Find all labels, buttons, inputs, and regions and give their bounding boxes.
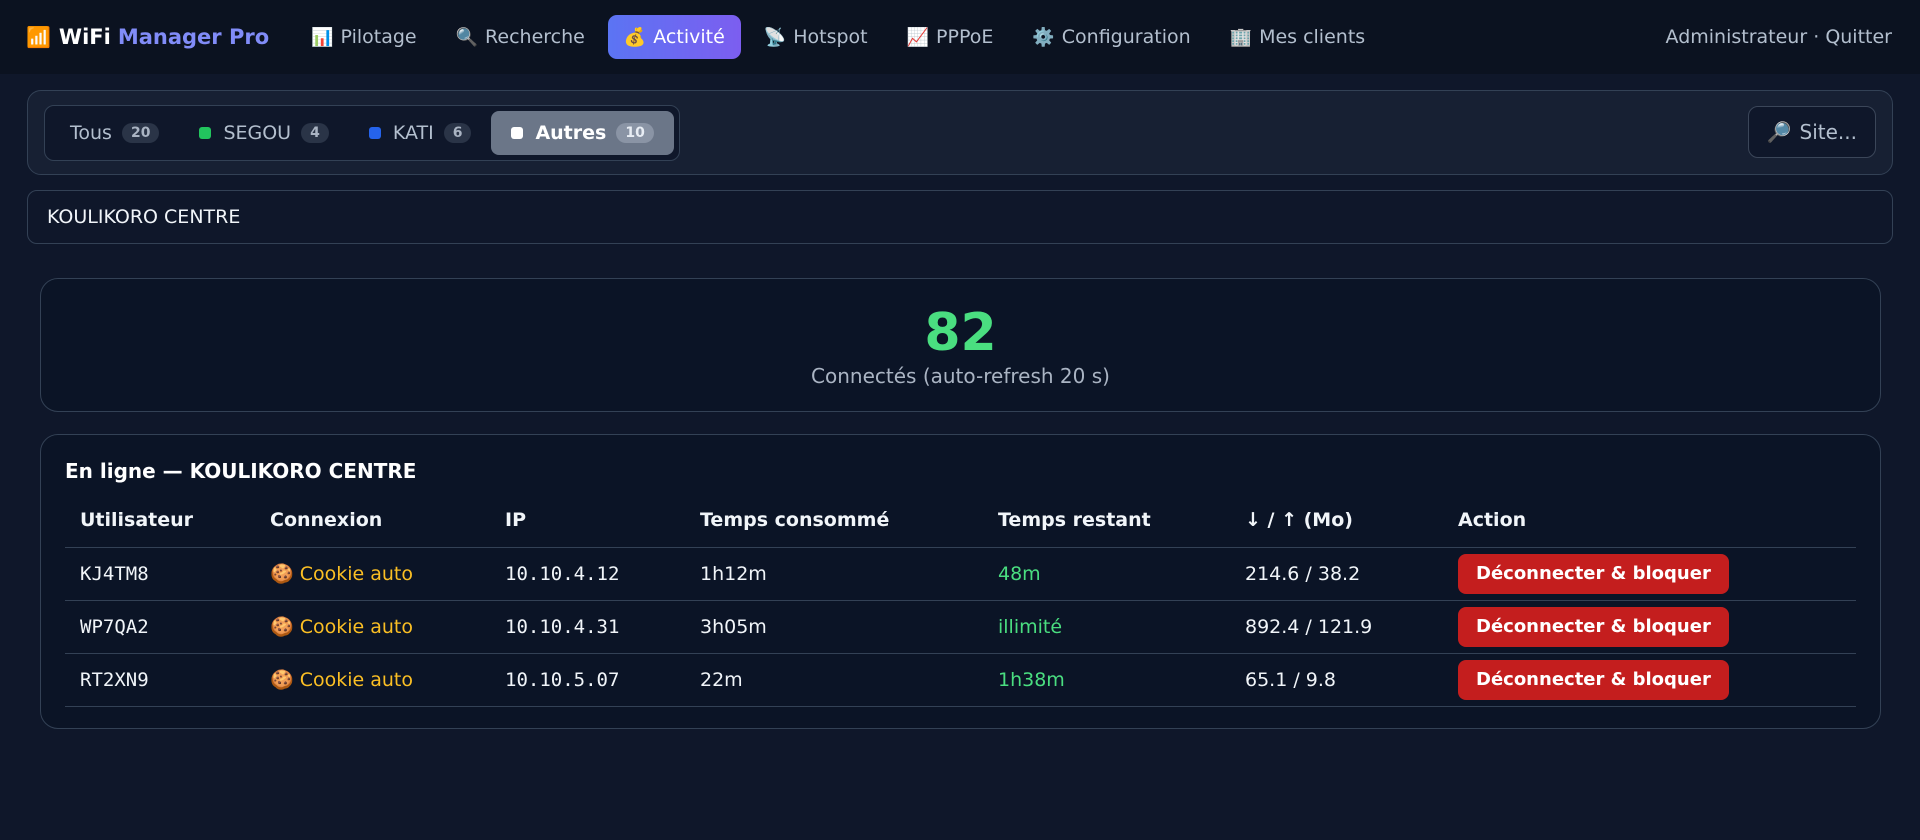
nav-item-mes-clients[interactable]: 🏢 Mes clients <box>1214 15 1382 59</box>
filter-tab-label: Autres <box>535 122 607 144</box>
connected-stat-card: 82 Connectés (auto-refresh 20 s) <box>40 278 1881 412</box>
nav-item-label: Pilotage <box>340 26 417 48</box>
action-cell: Déconnecter & bloquer <box>1443 653 1856 707</box>
selected-site-field: KOULIKORO CENTRE <box>27 190 1893 244</box>
nav-item-label: Mes clients <box>1259 26 1366 48</box>
column-header: Action <box>1443 493 1856 548</box>
time-remaining: 48m <box>983 547 1230 601</box>
top-navbar: 📶 WiFi Manager Pro 📊 Pilotage 🔍 Recherch… <box>0 0 1920 74</box>
brand-name: WiFi <box>58 25 111 49</box>
connection-type: 🍪 Cookie auto <box>255 547 490 601</box>
time-remaining: illimité <box>983 600 1230 654</box>
traffic-volume: 65.1 / 9.8 <box>1230 653 1443 707</box>
connected-label: Connectés (auto-refresh 20 s) <box>811 364 1110 388</box>
filter-tab-label: Tous <box>70 122 112 144</box>
filter-tab-count: 4 <box>301 123 329 143</box>
table-header-row: Utilisateur Connexion IP Temps consommé … <box>65 493 1856 548</box>
filter-tab-count: 6 <box>443 123 472 143</box>
user-code: WP7QA2 <box>65 600 255 654</box>
filter-tab-kati[interactable]: KATI 6 <box>349 111 492 155</box>
user-menu-separator: · <box>1813 26 1820 48</box>
filter-tab-label: KATI <box>392 122 434 144</box>
table-row: KJ4TM8 🍪 Cookie auto 10.10.4.12 1h12m 48… <box>65 547 1856 601</box>
satellite-antenna-icon: 📡 <box>763 26 787 48</box>
site-filter-panel: Tous 20 SEGOU 4 KATI 6 Autres 10 🔎 Site.… <box>27 90 1893 175</box>
column-header: ↓ / ↑ (Mo) <box>1230 493 1443 548</box>
user-code: RT2XN9 <box>65 653 255 707</box>
main-nav: 📊 Pilotage 🔍 Recherche 💰 Activité 📡 Hots… <box>295 15 1388 59</box>
connected-count: 82 <box>924 303 997 363</box>
office-building-icon: 🏢 <box>1229 26 1253 48</box>
site-select-label: Site... <box>1799 120 1857 144</box>
brand-logo[interactable]: 📶 WiFi Manager Pro <box>26 25 269 49</box>
wifi-signal-icon: 📶 <box>26 25 51 49</box>
filter-tab-count: 20 <box>121 123 160 143</box>
nav-item-label: PPPoE <box>936 26 994 48</box>
traffic-volume: 892.4 / 121.9 <box>1230 600 1443 654</box>
user-code: KJ4TM8 <box>65 547 255 601</box>
gear-icon: ⚙️ <box>1032 26 1055 48</box>
filter-tab-count: 10 <box>616 123 654 143</box>
online-users-table: Utilisateur Connexion IP Temps consommé … <box>65 493 1856 707</box>
column-header: Utilisateur <box>65 493 255 548</box>
trend-chart-icon: 📈 <box>906 26 930 48</box>
filter-tab-label: SEGOU <box>223 122 292 144</box>
column-header: Temps consommé <box>685 493 983 548</box>
traffic-volume: 214.6 / 38.2 <box>1230 547 1443 601</box>
nav-item-label: Configuration <box>1061 26 1191 48</box>
online-users-title: En ligne — KOULIKORO CENTRE <box>65 459 417 483</box>
table-row: RT2XN9 🍪 Cookie auto 10.10.5.07 22m 1h38… <box>65 653 1856 707</box>
nav-item-label: Recherche <box>485 26 585 48</box>
site-filter-tabs: Tous 20 SEGOU 4 KATI 6 Autres 10 <box>44 105 680 161</box>
action-cell: Déconnecter & bloquer <box>1443 600 1856 654</box>
time-remaining: 1h38m <box>983 653 1230 707</box>
disconnect-block-button[interactable]: Déconnecter & bloquer <box>1458 606 1729 647</box>
filter-tab-autres[interactable]: Autres 10 <box>491 111 674 155</box>
table-row: WP7QA2 🍪 Cookie auto 10.10.4.31 3h05m il… <box>65 600 1856 654</box>
column-header: IP <box>490 493 685 548</box>
money-bag-icon: 💰 <box>623 26 647 48</box>
green-dot-icon <box>199 127 212 139</box>
action-cell: Déconnecter & bloquer <box>1443 547 1856 601</box>
nav-item-pppoe[interactable]: 📈 PPPoE <box>891 15 1010 59</box>
connection-type: 🍪 Cookie auto <box>255 653 490 707</box>
user-menu: Administrateur · Quitter <box>1666 26 1892 48</box>
connection-type: 🍪 Cookie auto <box>255 600 490 654</box>
column-header: Temps restant <box>983 493 1230 548</box>
time-used: 22m <box>685 653 983 707</box>
nav-item-pilotage[interactable]: 📊 Pilotage <box>295 15 433 59</box>
nav-item-activite[interactable]: 💰 Activité <box>607 15 741 59</box>
search-icon: 🔍 <box>455 26 479 48</box>
magnifier-icon: 🔎 <box>1766 120 1792 144</box>
filter-tab-segou[interactable]: SEGOU 4 <box>179 111 348 155</box>
nav-item-hotspot[interactable]: 📡 Hotspot <box>748 15 884 59</box>
column-header: Connexion <box>255 493 490 548</box>
nav-item-label: Hotspot <box>793 26 868 48</box>
ip-address: 10.10.5.07 <box>490 653 685 707</box>
site-select-button[interactable]: 🔎 Site... <box>1747 106 1876 158</box>
disconnect-block-button[interactable]: Déconnecter & bloquer <box>1458 553 1729 594</box>
disconnect-block-button[interactable]: Déconnecter & bloquer <box>1458 659 1729 700</box>
nav-item-recherche[interactable]: 🔍 Recherche <box>440 15 601 59</box>
white-dot-icon <box>511 127 524 139</box>
time-used: 3h05m <box>685 600 983 654</box>
user-name[interactable]: Administrateur <box>1666 26 1808 48</box>
logout-link[interactable]: Quitter <box>1825 26 1892 48</box>
nav-item-label: Activité <box>653 26 725 48</box>
blue-dot-icon <box>368 127 381 139</box>
ip-address: 10.10.4.12 <box>490 547 685 601</box>
online-users-card: En ligne — KOULIKORO CENTRE Utilisateur … <box>40 434 1881 729</box>
time-used: 1h12m <box>685 547 983 601</box>
ip-address: 10.10.4.31 <box>490 600 685 654</box>
brand-accent: Manager Pro <box>117 25 270 49</box>
bar-chart-icon: 📊 <box>311 26 334 48</box>
filter-tab-tous[interactable]: Tous 20 <box>50 111 179 155</box>
nav-item-configuration[interactable]: ⚙️ Configuration <box>1016 15 1206 59</box>
